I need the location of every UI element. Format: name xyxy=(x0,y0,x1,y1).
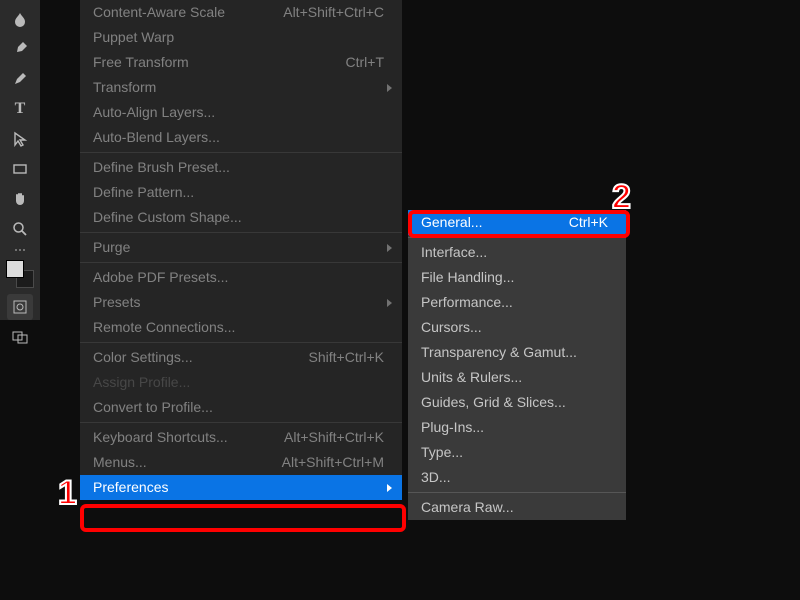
menuitem-label: Color Settings... xyxy=(93,349,193,365)
brush-tool-icon[interactable] xyxy=(7,66,33,92)
menuitem-label: 3D... xyxy=(421,469,451,485)
menuitem-label: Transform xyxy=(93,79,156,95)
menuitem-color-settings[interactable]: Color Settings... Shift+Ctrl+K xyxy=(80,345,402,370)
menuitem-pref-units-rulers[interactable]: Units & Rulers... xyxy=(408,365,626,390)
menuitem-label: Preferences xyxy=(93,479,168,495)
menu-separator xyxy=(408,237,626,238)
type-tool-icon[interactable]: T xyxy=(7,96,33,122)
menu-separator xyxy=(80,262,402,263)
menuitem-label: Plug-Ins... xyxy=(421,419,484,435)
menuitem-label: Guides, Grid & Slices... xyxy=(421,394,566,410)
menuitem-label: Purge xyxy=(93,239,130,255)
menu-separator xyxy=(80,342,402,343)
menuitem-label: Auto-Align Layers... xyxy=(93,104,215,120)
menu-separator xyxy=(80,152,402,153)
menuitem-pref-general[interactable]: General... Ctrl+K xyxy=(408,210,626,235)
eyedropper-tool-icon[interactable] xyxy=(7,36,33,62)
rectangle-tool-icon[interactable] xyxy=(7,156,33,182)
menuitem-puppet-warp[interactable]: Puppet Warp xyxy=(80,25,402,50)
menuitem-label: General... xyxy=(421,214,482,230)
submenu-arrow-icon xyxy=(387,484,392,492)
menuitem-pref-3d[interactable]: 3D... xyxy=(408,465,626,490)
annotation-number-1: 1 xyxy=(58,474,77,513)
menuitem-remote-connections[interactable]: Remote Connections... xyxy=(80,315,402,340)
submenu-arrow-icon xyxy=(387,244,392,252)
menuitem-pref-interface[interactable]: Interface... xyxy=(408,240,626,265)
shortcut-text: Ctrl+K xyxy=(569,211,608,234)
screenmode-icon[interactable] xyxy=(7,324,33,350)
menuitem-label: Puppet Warp xyxy=(93,29,174,45)
menuitem-assign-profile: Assign Profile... xyxy=(80,370,402,395)
menuitem-label: Camera Raw... xyxy=(421,499,514,515)
edit-menu: Content-Aware Scale Alt+Shift+Ctrl+C Pupp… xyxy=(80,0,402,500)
preferences-submenu: General... Ctrl+K Interface... File Handl… xyxy=(408,210,626,520)
shortcut-text: Alt+Shift+Ctrl+M xyxy=(282,451,384,474)
menuitem-pref-camera-raw[interactable]: Camera Raw... xyxy=(408,495,626,520)
annotation-box-1 xyxy=(80,504,406,532)
menu-separator xyxy=(80,422,402,423)
menuitem-label: Type... xyxy=(421,444,463,460)
grip-icon xyxy=(7,246,33,254)
menuitem-presets[interactable]: Presets xyxy=(80,290,402,315)
menuitem-preferences[interactable]: Preferences xyxy=(80,475,402,500)
menuitem-pdf-presets[interactable]: Adobe PDF Presets... xyxy=(80,265,402,290)
menu-separator xyxy=(408,492,626,493)
menuitem-pref-type[interactable]: Type... xyxy=(408,440,626,465)
menuitem-auto-align[interactable]: Auto-Align Layers... xyxy=(80,100,402,125)
menuitem-label: Free Transform xyxy=(93,54,189,70)
menuitem-label: Keyboard Shortcuts... xyxy=(93,429,228,445)
menuitem-define-brush[interactable]: Define Brush Preset... xyxy=(80,155,402,180)
submenu-arrow-icon xyxy=(387,84,392,92)
menuitem-label: Menus... xyxy=(93,454,147,470)
tool-palette: T xyxy=(0,0,40,320)
menuitem-label: Assign Profile... xyxy=(93,374,190,390)
menuitem-pref-file-handling[interactable]: File Handling... xyxy=(408,265,626,290)
menuitem-label: Convert to Profile... xyxy=(93,399,213,415)
menuitem-pref-cursors[interactable]: Cursors... xyxy=(408,315,626,340)
menuitem-label: Define Pattern... xyxy=(93,184,194,200)
menuitem-pref-transparency[interactable]: Transparency & Gamut... xyxy=(408,340,626,365)
menuitem-convert-profile[interactable]: Convert to Profile... xyxy=(80,395,402,420)
menuitem-auto-blend[interactable]: Auto-Blend Layers... xyxy=(80,125,402,150)
zoom-tool-icon[interactable] xyxy=(7,216,33,242)
menuitem-label: Define Custom Shape... xyxy=(93,209,242,225)
menuitem-label: Cursors... xyxy=(421,319,482,335)
menuitem-label: Performance... xyxy=(421,294,513,310)
menuitem-label: Content-Aware Scale xyxy=(93,4,225,20)
menuitem-label: Adobe PDF Presets... xyxy=(93,269,228,285)
menuitem-label: Remote Connections... xyxy=(93,319,235,335)
menuitem-label: Presets xyxy=(93,294,140,310)
menuitem-define-pattern[interactable]: Define Pattern... xyxy=(80,180,402,205)
shortcut-text: Shift+Ctrl+K xyxy=(309,346,384,369)
menuitem-menus[interactable]: Menus... Alt+Shift+Ctrl+M xyxy=(80,450,402,475)
menuitem-label: Units & Rulers... xyxy=(421,369,522,385)
menuitem-free-transform[interactable]: Free Transform Ctrl+T xyxy=(80,50,402,75)
menuitem-define-shape[interactable]: Define Custom Shape... xyxy=(80,205,402,230)
fg-bg-swatches[interactable] xyxy=(6,260,34,288)
smudge-tool-icon[interactable] xyxy=(7,6,33,32)
quickmask-icon[interactable] xyxy=(7,294,33,320)
menuitem-keyboard-shortcuts[interactable]: Keyboard Shortcuts... Alt+Shift+Ctrl+K xyxy=(80,425,402,450)
menuitem-purge[interactable]: Purge xyxy=(80,235,402,260)
menuitem-transform[interactable]: Transform xyxy=(80,75,402,100)
hand-tool-icon[interactable] xyxy=(7,186,33,212)
menuitem-label: Define Brush Preset... xyxy=(93,159,230,175)
menuitem-pref-performance[interactable]: Performance... xyxy=(408,290,626,315)
shortcut-text: Ctrl+T xyxy=(346,51,385,74)
menuitem-pref-plugins[interactable]: Plug-Ins... xyxy=(408,415,626,440)
menuitem-label: Transparency & Gamut... xyxy=(421,344,577,360)
shortcut-text: Alt+Shift+Ctrl+C xyxy=(283,1,384,24)
menu-separator xyxy=(80,232,402,233)
menuitem-content-aware-scale[interactable]: Content-Aware Scale Alt+Shift+Ctrl+C xyxy=(80,0,402,25)
menuitem-label: Interface... xyxy=(421,244,487,260)
menuitem-label: Auto-Blend Layers... xyxy=(93,129,220,145)
shortcut-text: Alt+Shift+Ctrl+K xyxy=(284,426,384,449)
menuitem-pref-guides-grid[interactable]: Guides, Grid & Slices... xyxy=(408,390,626,415)
submenu-arrow-icon xyxy=(387,299,392,307)
menuitem-label: File Handling... xyxy=(421,269,514,285)
direct-select-tool-icon[interactable] xyxy=(7,126,33,152)
